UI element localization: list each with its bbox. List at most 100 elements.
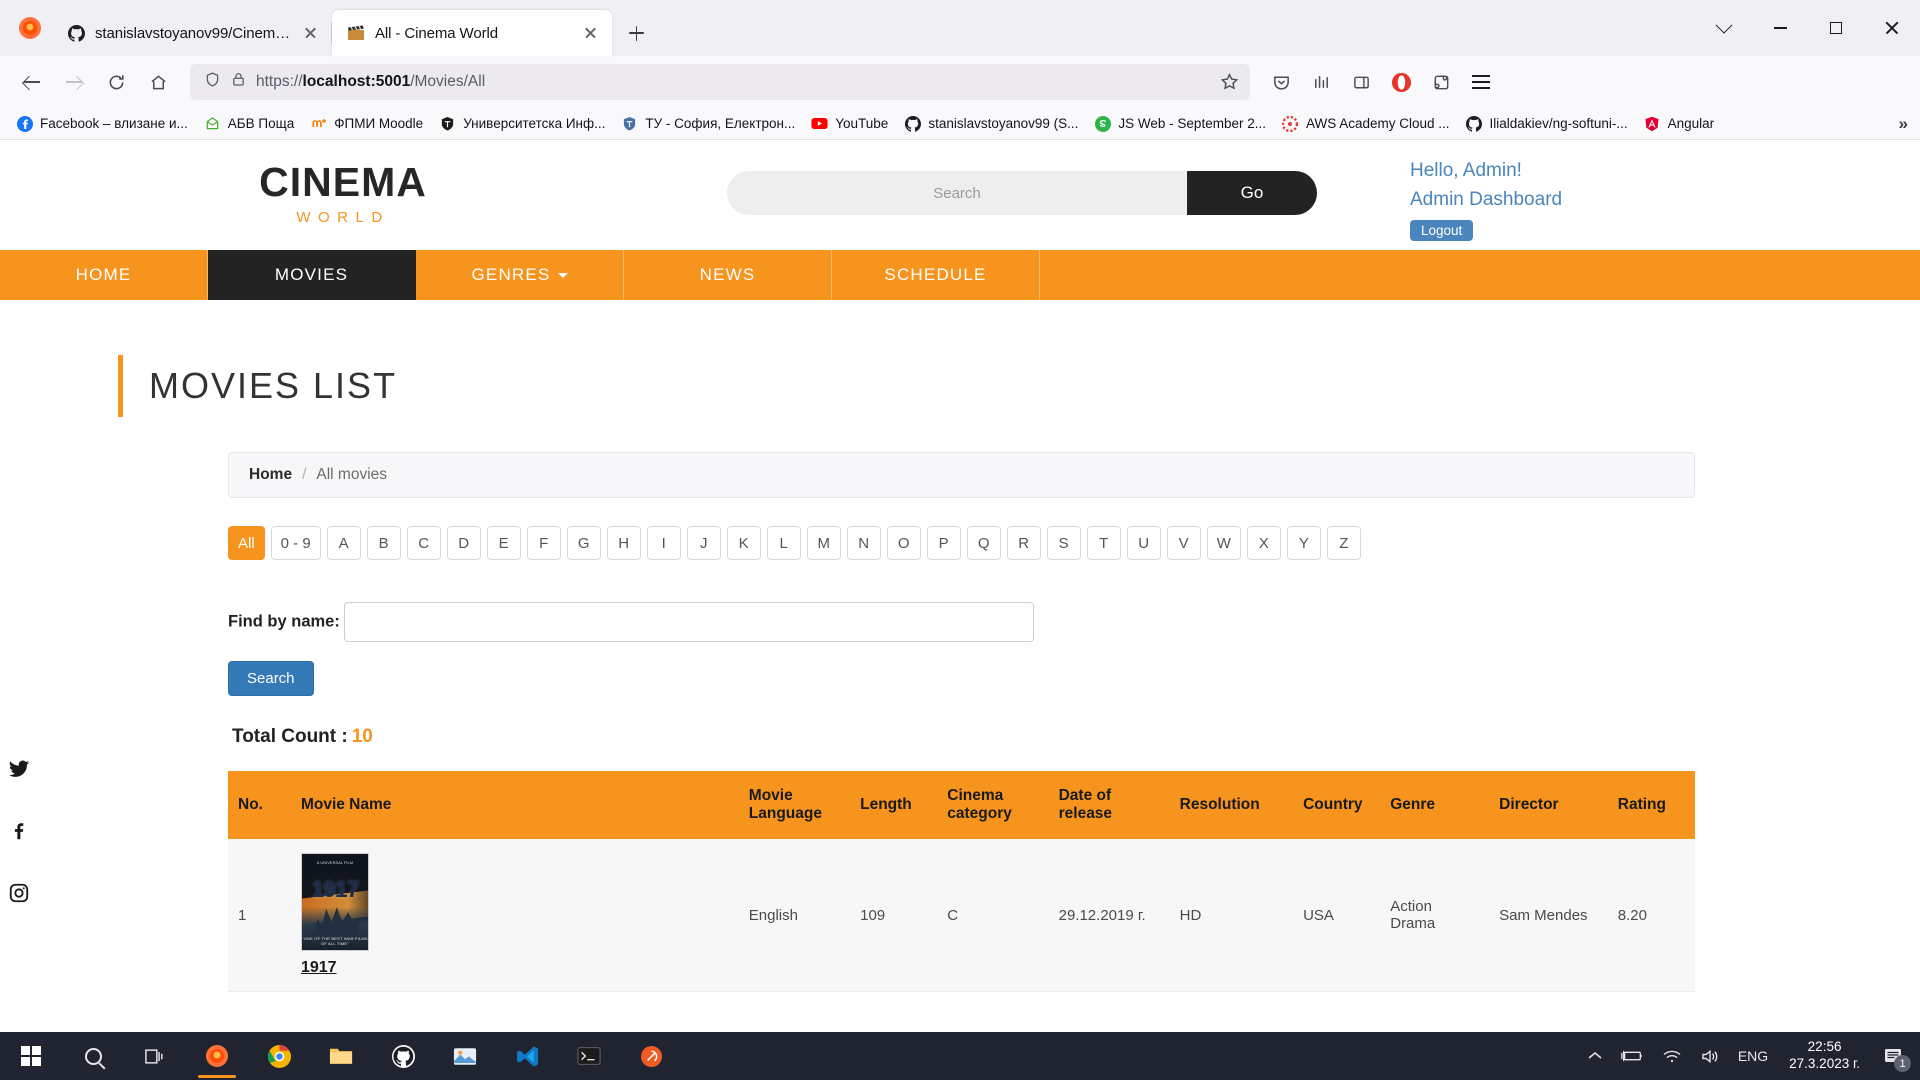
show-hidden-icons-chevron-icon[interactable] xyxy=(1579,1032,1611,1080)
alpha-filter-k[interactable]: K xyxy=(726,526,761,560)
alpha-filter-s[interactable]: S xyxy=(1046,526,1081,560)
alpha-filter-c[interactable]: C xyxy=(406,526,441,560)
vscode-icon[interactable] xyxy=(496,1032,558,1080)
social-instagram[interactable] xyxy=(0,864,38,926)
alpha-filter-v[interactable]: V xyxy=(1166,526,1201,560)
alpha-filter-all[interactable]: All xyxy=(228,526,265,560)
alpha-filter-m[interactable]: M xyxy=(806,526,841,560)
bookmark-angular[interactable]: Angular xyxy=(1636,112,1723,135)
alpha-filter-0-9[interactable]: 0 - 9 xyxy=(270,526,321,560)
movie-poster[interactable]: A UNIVERSAL FILM 1917 "ONE OF THE BEST W… xyxy=(300,853,369,951)
list-all-tabs-button[interactable] xyxy=(1696,0,1752,56)
nav-item-movies[interactable]: MOVIES xyxy=(208,250,416,300)
extensions-icon[interactable] xyxy=(1422,63,1460,101)
bookmark-js-web[interactable]: JS Web - September 2... xyxy=(1086,112,1274,135)
browser-tab-github[interactable]: stanislavstoyanov99/CinemaWo xyxy=(52,10,332,56)
reload-button[interactable] xyxy=(96,62,136,102)
alpha-filter-z[interactable]: Z xyxy=(1326,526,1361,560)
home-button[interactable] xyxy=(138,62,178,102)
find-by-name-input[interactable] xyxy=(344,602,1035,642)
alpha-filter-o[interactable]: O xyxy=(886,526,921,560)
volume-icon[interactable] xyxy=(1691,1032,1729,1080)
library-icon[interactable] xyxy=(1302,63,1340,101)
search-button[interactable]: Search xyxy=(228,661,314,696)
alpha-filter-h[interactable]: H xyxy=(606,526,641,560)
browser-tab-cinema-world[interactable]: All - Cinema World xyxy=(332,10,612,56)
alpha-filter-x[interactable]: X xyxy=(1246,526,1281,560)
notifications-icon[interactable]: 1 xyxy=(1872,1032,1914,1080)
close-window-button[interactable] xyxy=(1864,0,1920,56)
pocket-icon[interactable] xyxy=(1262,63,1300,101)
photos-icon[interactable] xyxy=(434,1032,496,1080)
lock-warning-icon[interactable] xyxy=(230,71,247,93)
wifi-icon[interactable] xyxy=(1653,1032,1691,1080)
back-button[interactable] xyxy=(12,62,52,102)
alpha-filter-e[interactable]: E xyxy=(486,526,521,560)
bookmark-github-profile[interactable]: stanislavstoyanov99 (S... xyxy=(896,112,1086,135)
task-view-icon[interactable] xyxy=(124,1032,186,1080)
bookmark-facebook[interactable]: Facebook – влизане и... xyxy=(8,112,196,135)
forward-button[interactable] xyxy=(54,62,94,102)
firefox-icon[interactable] xyxy=(186,1032,248,1080)
search-icon[interactable] xyxy=(62,1032,124,1080)
windows-start-icon[interactable] xyxy=(0,1032,62,1080)
alpha-filter-i[interactable]: I xyxy=(646,526,681,560)
bookmarks-overflow-button[interactable]: » xyxy=(1899,114,1912,134)
bookmark-tu-sofia[interactable]: ТУ - София, Електрон... xyxy=(613,112,803,135)
bookmark-aws-academy[interactable]: AWS Academy Cloud ... xyxy=(1274,112,1458,135)
logout-button[interactable]: Logout xyxy=(1410,220,1474,241)
site-logo[interactable]: CINEMA WORLD xyxy=(228,162,458,227)
alpha-filter-l[interactable]: L xyxy=(766,526,801,560)
terminal-icon[interactable] xyxy=(558,1032,620,1080)
new-tab-button[interactable] xyxy=(618,15,654,51)
chrome-icon[interactable] xyxy=(248,1032,310,1080)
address-bar[interactable]: https://localhost:5001/Movies/All xyxy=(190,64,1250,100)
breadcrumb-home[interactable]: Home xyxy=(249,466,292,484)
social-twitter[interactable] xyxy=(0,740,38,802)
bookmark-university-info[interactable]: Университетска Инф... xyxy=(431,112,613,135)
menu-icon[interactable] xyxy=(1462,63,1500,101)
language-indicator[interactable]: ENG xyxy=(1729,1032,1777,1080)
alpha-filter-b[interactable]: B xyxy=(366,526,401,560)
alpha-filter-f[interactable]: F xyxy=(526,526,561,560)
close-icon[interactable] xyxy=(580,22,602,44)
alpha-filter-q[interactable]: Q xyxy=(966,526,1001,560)
alpha-filter-n[interactable]: N xyxy=(846,526,881,560)
nav-item-schedule[interactable]: SCHEDULE xyxy=(832,250,1040,300)
search-input[interactable] xyxy=(727,171,1187,215)
battery-icon[interactable] xyxy=(1611,1032,1653,1080)
opera-extension-icon[interactable] xyxy=(1382,63,1420,101)
admin-dashboard-link[interactable]: Admin Dashboard xyxy=(1410,185,1562,214)
postman-icon[interactable] xyxy=(620,1032,682,1080)
alpha-filter-d[interactable]: D xyxy=(446,526,481,560)
alpha-filter-a[interactable]: A xyxy=(326,526,361,560)
nav-item-home[interactable]: HOME xyxy=(0,250,208,300)
bookmark-abv-mail[interactable]: АБВ Поща xyxy=(196,112,302,135)
alpha-filter-w[interactable]: W xyxy=(1206,526,1241,560)
bookmark-youtube[interactable]: YouTube xyxy=(803,112,896,135)
bookmark-star-icon[interactable] xyxy=(1220,72,1240,92)
taskbar-clock[interactable]: 22:56 27.3.2023 г. xyxy=(1777,1039,1872,1073)
alpha-filter-y[interactable]: Y xyxy=(1286,526,1321,560)
alpha-filter-p[interactable]: P xyxy=(926,526,961,560)
bookmark-fmi-moodle[interactable]: ФПМИ Moodle xyxy=(302,112,431,135)
maximize-button[interactable] xyxy=(1808,0,1864,56)
file-explorer-icon[interactable] xyxy=(310,1032,372,1080)
shield-icon[interactable] xyxy=(204,71,221,93)
alpha-filter-t[interactable]: T xyxy=(1086,526,1121,560)
alpha-filter-u[interactable]: U xyxy=(1126,526,1161,560)
sidebar-icon[interactable] xyxy=(1342,63,1380,101)
minimize-button[interactable] xyxy=(1752,0,1808,56)
nav-item-genres[interactable]: GENRES xyxy=(416,250,624,300)
alpha-filter-j[interactable]: J xyxy=(686,526,721,560)
greeting-link[interactable]: Hello, Admin! xyxy=(1410,156,1562,185)
nav-item-news[interactable]: NEWS xyxy=(624,250,832,300)
close-icon[interactable] xyxy=(300,22,322,44)
bookmark-ng-softuni[interactable]: Ilialdakiev/ng-softuni-... xyxy=(1458,112,1636,135)
social-facebook[interactable] xyxy=(0,802,38,864)
go-button[interactable]: Go xyxy=(1187,171,1317,215)
github-desktop-icon[interactable] xyxy=(372,1032,434,1080)
alpha-filter-r[interactable]: R xyxy=(1006,526,1041,560)
alpha-filter-g[interactable]: G xyxy=(566,526,601,560)
movie-name-link[interactable]: 1917 xyxy=(301,959,729,977)
